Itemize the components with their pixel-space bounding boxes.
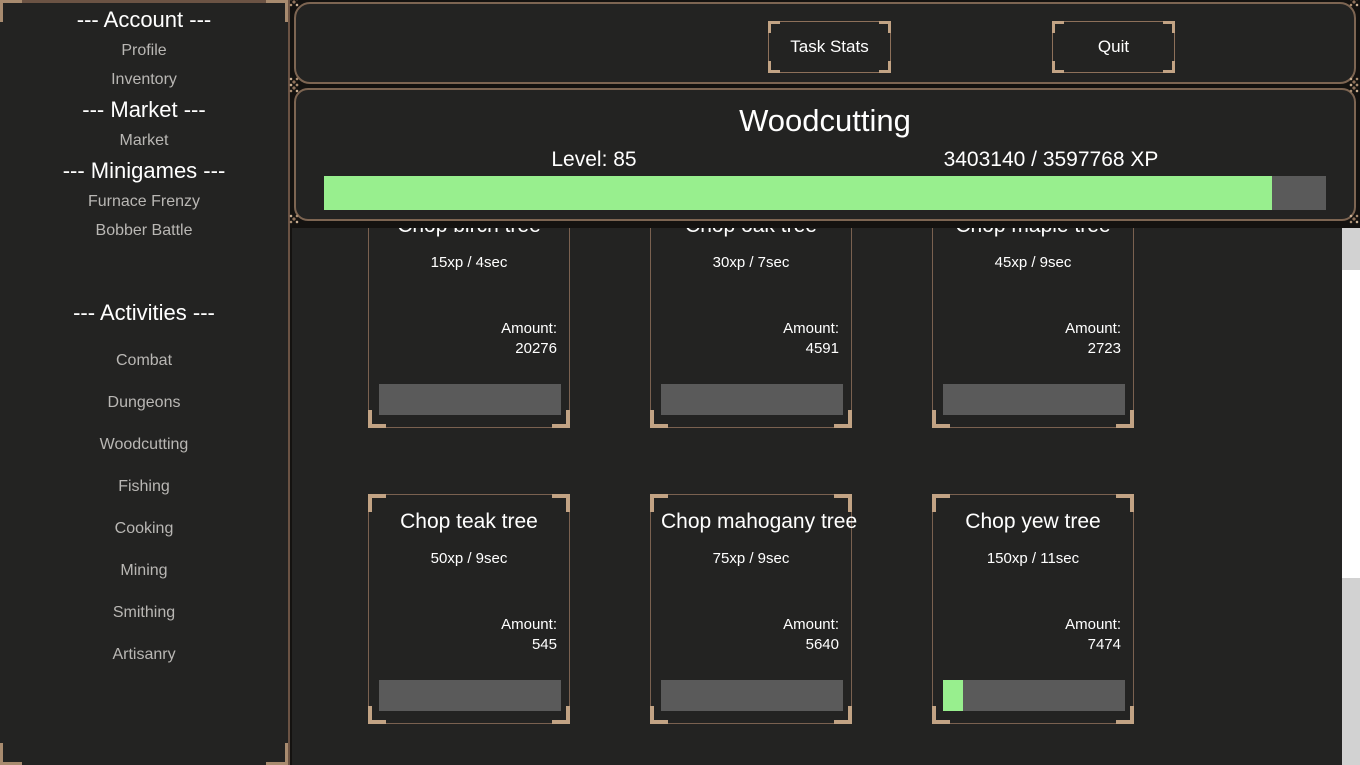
content-scrollbar-thumb[interactable] [1342, 270, 1360, 578]
sidebar-header-market: --- Market --- [0, 94, 288, 126]
action-card-rate: 45xp / 9sec [943, 253, 1123, 273]
action-card-grid: Chop birch tree15xp / 4secAmount:20276Ch… [292, 228, 1334, 724]
sidebar-corner-ornament-bottom-right [266, 743, 288, 765]
button-corner-ornament-bottom-left [1052, 61, 1064, 73]
panel-corner-ornament-bottom-right [1348, 213, 1360, 227]
action-card-rate: 150xp / 11sec [943, 549, 1123, 569]
action-card-title: Chop teak tree [379, 509, 559, 535]
sidebar-header-account: --- Account --- [0, 4, 288, 36]
panel-corner-ornament-bottom-left [288, 213, 302, 227]
action-card-progress-track [379, 384, 561, 415]
button-corner-ornament-top-left [768, 21, 780, 33]
sidebar-item-smithing[interactable]: Smithing [0, 602, 288, 623]
action-card-progress-track [661, 680, 843, 711]
action-card-progress-track [661, 384, 843, 415]
action-card-progress-track [379, 680, 561, 711]
action-card-title: Chop mahogany tree [661, 509, 841, 535]
action-card-title: Chop yew tree [943, 509, 1123, 535]
sidebar-item-combat[interactable]: Combat [0, 350, 288, 371]
action-card-title: Chop birch tree [379, 228, 559, 239]
sidebar-item-furnace-frenzy[interactable]: Furnace Frenzy [0, 187, 288, 216]
action-card[interactable]: Chop maple tree 45xp / 9sec Amount:2723 [932, 228, 1134, 428]
skill-xp-progress-fill [324, 176, 1272, 210]
sidebar-item-mining[interactable]: Mining [0, 560, 288, 581]
action-card-amount-value: 4591 [783, 339, 839, 359]
action-card-amount: Amount:2723 [1065, 319, 1121, 359]
sidebar-item-fishing[interactable]: Fishing [0, 476, 288, 497]
action-card-amount: Amount:5640 [783, 615, 839, 655]
action-card-amount-value: 20276 [501, 339, 557, 359]
action-card-progress-fill [943, 680, 963, 711]
quit-button[interactable]: Quit [1052, 21, 1175, 73]
panel-corner-ornament-top-left [288, 82, 302, 96]
sidebar-item-bobber-battle[interactable]: Bobber Battle [0, 216, 288, 245]
panel-corner-ornament-top-right [1348, 0, 1360, 10]
action-card[interactable]: Chop yew tree 150xp / 11sec Amount:7474 [932, 494, 1134, 724]
action-card-amount: Amount:4591 [783, 319, 839, 359]
sidebar-item-dungeons[interactable]: Dungeons [0, 392, 288, 413]
action-card-amount-label: Amount: [783, 319, 839, 339]
panel-corner-ornament-bottom-right [1348, 76, 1360, 90]
action-card-amount-value: 5640 [783, 635, 839, 655]
action-card-amount-label: Amount: [501, 615, 557, 635]
action-card-amount-value: 7474 [1065, 635, 1121, 655]
sidebar-item-inventory[interactable]: Inventory [0, 65, 288, 94]
sidebar-corner-ornament-bottom-left [0, 743, 22, 765]
action-card-rate: 50xp / 9sec [379, 549, 559, 569]
action-card-rate: 30xp / 7sec [661, 253, 841, 273]
skill-xp-label: 3403140 / 3597768 XP [522, 148, 1360, 172]
task-stats-button[interactable]: Task Stats [768, 21, 891, 73]
action-card[interactable]: Chop birch tree 15xp / 4sec Amount:20276 [368, 228, 570, 428]
sidebar-item-woodcutting[interactable]: Woodcutting [0, 434, 288, 455]
skill-header-panel: Woodcutting Level: 85 3403140 / 3597768 … [294, 88, 1356, 221]
action-card[interactable]: Chop oak tree 30xp / 7sec Amount:4591 [650, 228, 852, 428]
sidebar-item-profile[interactable]: Profile [0, 36, 288, 65]
action-card-progress-track [943, 680, 1125, 711]
panel-corner-ornament-top-left [288, 0, 302, 10]
sidebar-navigation: --- Account --- Profile Inventory --- Ma… [0, 0, 290, 765]
top-toolbar: Task Stats Quit [294, 2, 1356, 84]
task-stats-button-label: Task Stats [790, 37, 868, 57]
sidebar-item-cooking[interactable]: Cooking [0, 518, 288, 539]
action-card-amount-label: Amount: [783, 615, 839, 635]
content-scrollbar-track[interactable] [1342, 228, 1360, 765]
panel-corner-ornament-top-right [1348, 82, 1360, 96]
action-card-amount-value: 2723 [1065, 339, 1121, 359]
sidebar-header-activities: --- Activities --- [0, 297, 288, 329]
action-card-amount-label: Amount: [501, 319, 557, 339]
activity-content-area: Chop birch tree15xp / 4secAmount:20276Ch… [292, 228, 1360, 765]
skill-xp-progress-track [324, 176, 1326, 210]
game-window: --- Account --- Profile Inventory --- Ma… [0, 0, 1360, 765]
quit-button-label: Quit [1098, 37, 1129, 57]
action-card-amount-label: Amount: [1065, 615, 1121, 635]
button-corner-ornament-bottom-right [1163, 61, 1175, 73]
skill-stats-row: Level: 85 3403140 / 3597768 XP [296, 148, 1354, 178]
button-corner-ornament-top-right [1163, 21, 1175, 33]
button-corner-ornament-top-right [879, 21, 891, 33]
action-card-progress-track [943, 384, 1125, 415]
action-card-amount: Amount:7474 [1065, 615, 1121, 655]
action-card-title: Chop maple tree [943, 228, 1123, 239]
action-card-amount: Amount:545 [501, 615, 557, 655]
action-card-title: Chop oak tree [661, 228, 841, 239]
button-corner-ornament-bottom-left [768, 61, 780, 73]
action-card-rate: 75xp / 9sec [661, 549, 841, 569]
button-corner-ornament-bottom-right [879, 61, 891, 73]
action-card-rate: 15xp / 4sec [379, 253, 559, 273]
action-card[interactable]: Chop teak tree 50xp / 9sec Amount:545 [368, 494, 570, 724]
button-corner-ornament-top-left [1052, 21, 1064, 33]
action-card-amount: Amount:20276 [501, 319, 557, 359]
panel-corner-ornament-bottom-left [288, 76, 302, 90]
action-card[interactable]: Chop mahogany tree 75xp / 9sec Amount:5640 [650, 494, 852, 724]
action-card-amount-label: Amount: [1065, 319, 1121, 339]
skill-title: Woodcutting [296, 106, 1354, 136]
action-card-amount-value: 545 [501, 635, 557, 655]
sidebar-item-artisanry[interactable]: Artisanry [0, 644, 288, 665]
